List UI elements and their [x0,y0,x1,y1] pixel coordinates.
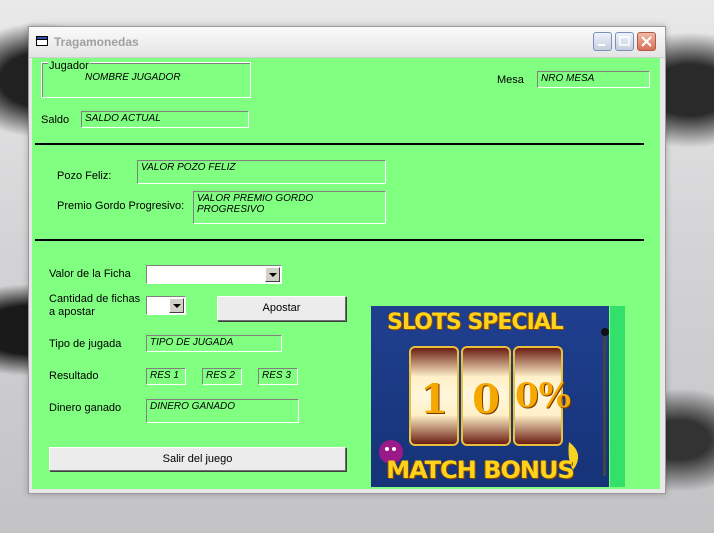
slot-reel-1-value: 1 [420,376,448,423]
slot-machine-image: SLOTS SPECIAL 1 0 0% MATCH BONUS [371,306,609,487]
cantidad-label-line2: a apostar [49,306,95,318]
jugador-group: Jugador NOMBRE JUGADOR [41,60,251,98]
chevron-down-icon[interactable] [265,267,280,282]
divider-top [35,143,644,145]
saldo-value: SALDO ACTUAL [81,111,249,128]
minimize-icon [598,44,605,46]
salir-button[interactable]: Salir del juego [49,447,346,471]
ficha-label: Valor de la Ficha [49,268,131,280]
form-area: Jugador NOMBRE JUGADOR Mesa NRO MESA Sal… [32,58,660,489]
close-button[interactable] [637,32,656,51]
resultado-3-value: RES 3 [258,368,298,385]
cantidad-label-line1: Cantidad de fichas [49,293,141,305]
slot-title-text: SLOTS SPECIAL [387,310,564,335]
close-icon [641,36,652,47]
divider-bottom [35,239,644,241]
maximize-button[interactable] [615,32,634,51]
pozo-label: Pozo Feliz: [57,170,112,182]
minimize-button[interactable] [593,32,612,51]
slot-reel-2-value: 0 [472,376,500,423]
resultado-2-value: RES 2 [202,368,242,385]
dinero-label: Dinero ganado [49,402,122,414]
lever-icon [601,328,609,476]
premio-label: Premio Gordo Progresivo: [57,200,185,212]
pozo-value: VALOR POZO FELIZ [137,160,386,184]
window-title: Tragamonedas [54,35,139,49]
maximize-icon [619,36,630,46]
mesa-value: NRO MESA [537,71,650,88]
main-window: Tragamonedas Jugador NOMBRE JUGADOR Mesa… [28,26,666,494]
tipo-value: TIPO DE JUGADA [146,335,282,352]
chevron-down-icon[interactable] [169,298,184,313]
jugador-name-value: NOMBRE JUGADOR [85,72,181,83]
saldo-label: Saldo [41,114,70,126]
cantidad-select[interactable] [146,296,186,315]
slot-reel-3-value: 0% [515,376,571,416]
title-bar[interactable]: Tragamonedas [29,27,665,58]
slot-reel-3: 0% [513,346,571,446]
ficha-select[interactable] [146,265,282,284]
mesa-label: Mesa [497,74,524,86]
resultado-1-value: RES 1 [146,368,186,385]
slot-side-strip [610,306,625,487]
slot-reel-2: 0 [461,346,511,446]
slot-bottom-text: MATCH BONUS [386,456,575,484]
dinero-value: DINERO GANADO [146,399,299,423]
apostar-button[interactable]: Apostar [217,296,346,321]
premio-value: VALOR PREMIO GORDO PROGRESIVO [193,191,386,224]
resultado-label: Resultado [49,370,99,382]
tipo-label: Tipo de jugada [49,338,122,350]
app-icon [36,36,48,46]
slot-reel-1: 1 [409,346,459,446]
